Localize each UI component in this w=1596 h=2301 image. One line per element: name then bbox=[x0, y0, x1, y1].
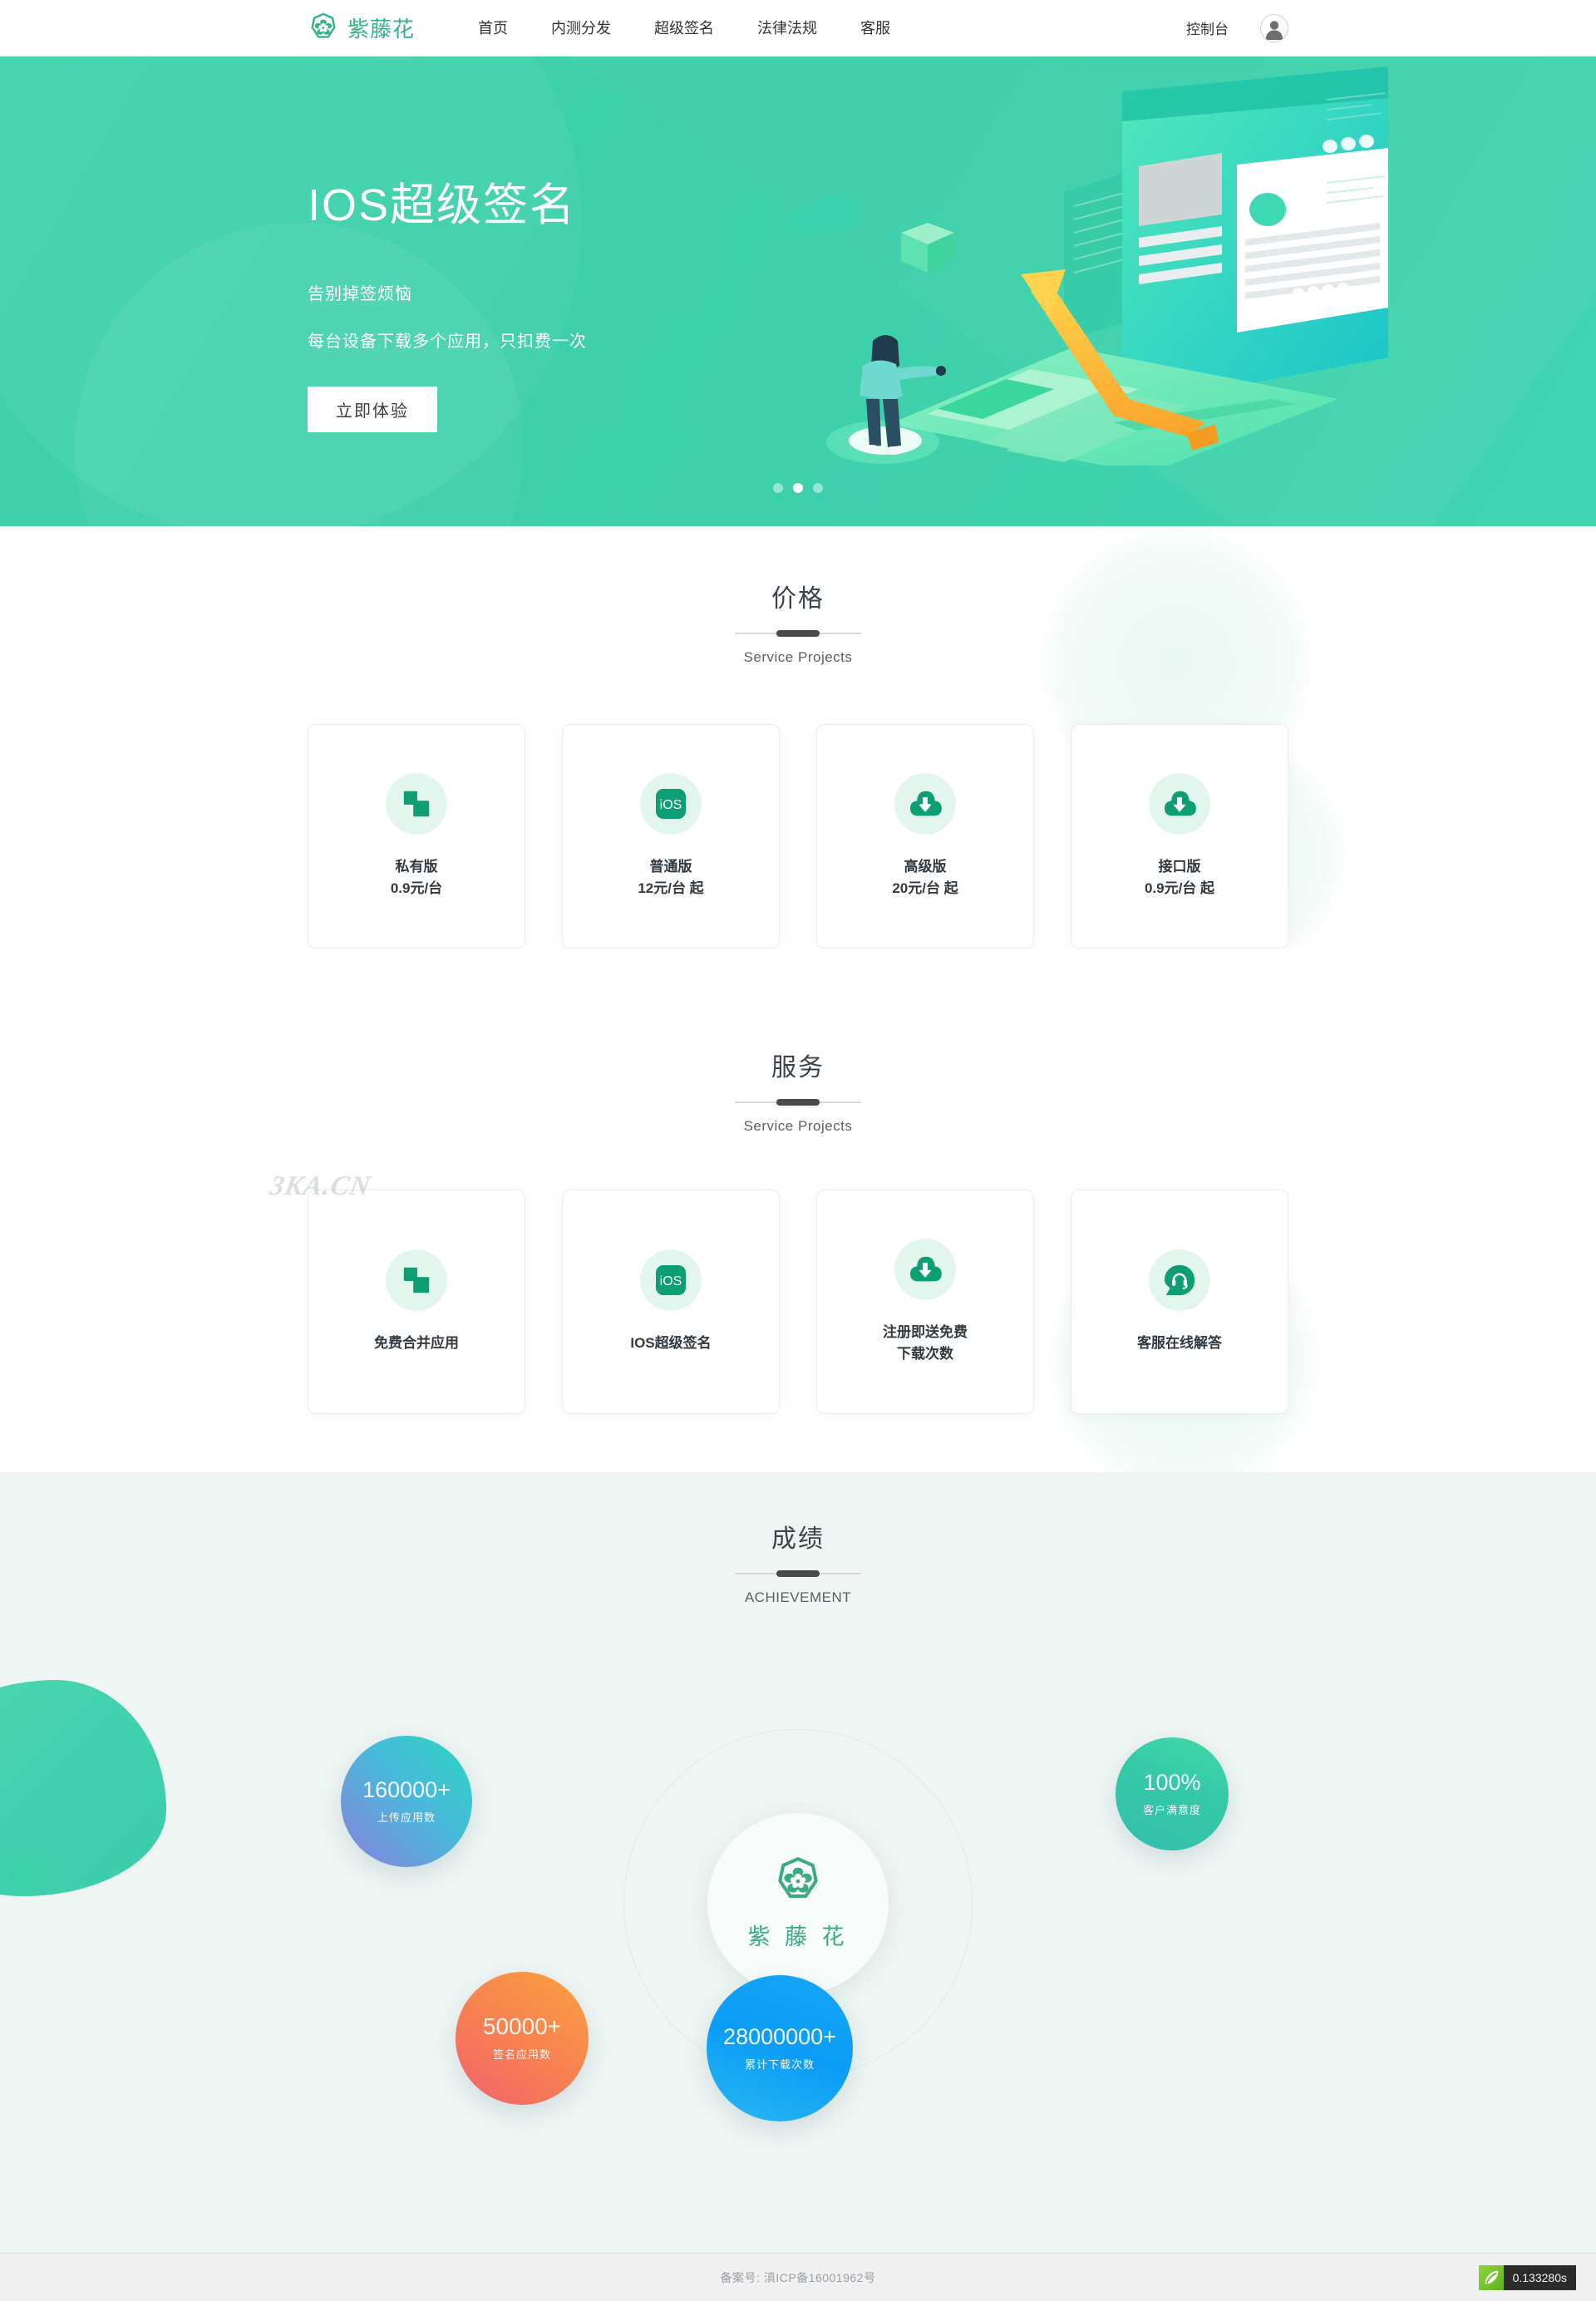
cloud-download-icon bbox=[894, 1238, 956, 1300]
nav-item-support[interactable]: 客服 bbox=[839, 0, 912, 57]
achievement-bubble-value: 160000+ bbox=[362, 1776, 451, 1802]
achievement-stage: 紫 藤 花 160000+ 上传应用数 100% 客户满意度 50000+ 签名… bbox=[308, 1646, 1288, 2161]
services-title-cn: 服务 bbox=[771, 1054, 825, 1082]
services-title-en: Service Projects bbox=[743, 1118, 853, 1134]
wisteria-flower-logo-icon bbox=[308, 12, 339, 44]
pricing-card-standard[interactable]: iOS 普通版 12元/台 起 bbox=[562, 724, 780, 948]
achievement-heading: 成绩 ACHIEVEMENT bbox=[0, 1518, 1596, 1606]
wisteria-flower-logo-icon bbox=[772, 1856, 824, 1912]
achievement-bubble-label: 签名应用数 bbox=[492, 2048, 551, 2061]
service-card-title-line2: 下载次数 bbox=[897, 1346, 953, 1362]
service-card-merge-apps[interactable]: 免费合并应用 bbox=[308, 1190, 525, 1414]
ios-app-icon: iOS bbox=[640, 772, 702, 835]
hero-carousel: IOS超级签名 告别掉签烦恼 每台设备下载多个应用，只扣费一次 立即体验 bbox=[0, 57, 1596, 526]
pricing-card-premium[interactable]: 高级版 20元/台 起 bbox=[816, 724, 1034, 948]
pricing-section: 价格 Service Projects 私有版 0.9元/台 iOS 普通版 1… bbox=[0, 526, 1596, 948]
achievement-bubble-value: 28000000+ bbox=[723, 2023, 836, 2049]
achievement-bubble-value: 50000+ bbox=[482, 2013, 562, 2039]
pricing-card-price: 12元/台 起 bbox=[638, 880, 704, 896]
achievement-divider bbox=[735, 1573, 861, 1574]
achievement-bubble-uploads: 160000+ 上传应用数 bbox=[341, 1736, 472, 1867]
stacked-squares-icon bbox=[386, 772, 447, 835]
hero-inner: IOS超级签名 告别掉签烦恼 每台设备下载多个应用，只扣费一次 立即体验 bbox=[308, 57, 1388, 526]
achievement-center-badge: 紫 藤 花 bbox=[707, 1813, 889, 1994]
service-card-title: 注册即送免费 bbox=[883, 1323, 968, 1340]
brand-name: 紫藤花 bbox=[347, 17, 416, 42]
svg-text:iOS: iOS bbox=[660, 798, 682, 812]
services-section: 服务 Service Projects 3KA.CN 免费合并应用 iOS IO… bbox=[0, 948, 1596, 1472]
console-link[interactable]: 控制台 bbox=[1186, 17, 1229, 38]
service-card-title: 客服在线解答 bbox=[1137, 1334, 1222, 1351]
pricing-divider bbox=[735, 633, 861, 634]
achievement-bubble-label: 客户满意度 bbox=[1142, 1803, 1201, 1816]
isometric-mobile-desktop-growth-illustration bbox=[756, 67, 1388, 474]
service-card-ios-signature[interactable]: iOS IOS超级签名 bbox=[562, 1190, 780, 1414]
nav-item-beta-distribution[interactable]: 内测分发 bbox=[530, 0, 633, 57]
carousel-dot-3[interactable] bbox=[813, 483, 823, 493]
achievement-section: 成绩 ACHIEVEMENT 紫 藤 花 160000+ 上传应用数 100% … bbox=[0, 1472, 1596, 2253]
page-load-time: 0.133280s bbox=[1503, 2264, 1576, 2290]
hero-subtitle-2: 每台设备下载多个应用，只扣费一次 bbox=[308, 333, 587, 352]
pricing-card-title: 私有版 bbox=[395, 858, 438, 875]
achievement-bubble-downloads: 28000000+ 累计下载次数 bbox=[707, 1975, 853, 2121]
services-heading: 服务 Service Projects bbox=[0, 1047, 1596, 1135]
headset-support-icon bbox=[1149, 1249, 1210, 1311]
nav-item-legal[interactable]: 法律法规 bbox=[736, 0, 839, 57]
pricing-card-title: 普通版 bbox=[649, 858, 692, 875]
services-divider bbox=[735, 1101, 861, 1103]
pricing-title-en: Service Projects bbox=[743, 649, 853, 665]
pricing-card-price: 0.9元/台 起 bbox=[1144, 880, 1215, 896]
carousel-dot-1[interactable] bbox=[773, 483, 783, 493]
achievement-decoration-dot bbox=[10, 1855, 47, 1891]
pricing-heading: 价格 Service Projects bbox=[0, 578, 1596, 666]
pricing-cards: 私有版 0.9元/台 iOS 普通版 12元/台 起 高级版 20元/台 起 接… bbox=[308, 666, 1288, 948]
main-nav: 首页 内测分发 超级签名 法律法规 客服 bbox=[456, 0, 912, 57]
achievement-title-en: ACHIEVEMENT bbox=[744, 1589, 852, 1605]
achievement-bubble-satisfaction: 100% 客户满意度 bbox=[1116, 1737, 1229, 1850]
hero-cta-button[interactable]: 立即体验 bbox=[308, 387, 437, 433]
achievement-bubble-value: 100% bbox=[1143, 1769, 1201, 1795]
cloud-download-icon bbox=[894, 772, 956, 835]
nav-item-home[interactable]: 首页 bbox=[456, 0, 530, 57]
hero-subtitle-1: 告别掉签烦恼 bbox=[308, 285, 412, 304]
pricing-card-title: 接口版 bbox=[1158, 858, 1201, 875]
pricing-card-api[interactable]: 接口版 0.9元/台 起 bbox=[1071, 724, 1288, 948]
service-card-title: IOS超级签名 bbox=[630, 1334, 712, 1351]
achievement-bubble-label: 累计下载次数 bbox=[744, 2057, 815, 2071]
pricing-card-price: 20元/台 起 bbox=[892, 880, 958, 896]
nav-item-super-signature[interactable]: 超级签名 bbox=[633, 0, 736, 57]
hero-title: IOS超级签名 bbox=[308, 180, 577, 230]
header-inner: 紫藤花 首页 内测分发 超级签名 法律法规 客服 控制台 bbox=[0, 0, 1596, 57]
site-header: 紫藤花 首页 内测分发 超级签名 法律法规 客服 控制台 bbox=[0, 0, 1596, 57]
cloud-download-icon bbox=[1149, 772, 1210, 835]
thinkphp-leaf-icon bbox=[1478, 2264, 1504, 2290]
achievement-bubble-label: 上传应用数 bbox=[377, 1811, 436, 1824]
carousel-dots bbox=[773, 483, 823, 493]
pricing-card-price: 0.9元/台 bbox=[390, 880, 443, 896]
carousel-dot-2[interactable] bbox=[793, 483, 803, 493]
site-footer: 备案号: 滇ICP备16001962号 0.133280s bbox=[0, 2253, 1596, 2301]
pricing-card-private[interactable]: 私有版 0.9元/台 bbox=[308, 724, 525, 948]
stacked-squares-icon bbox=[386, 1249, 447, 1311]
service-card-online-support[interactable]: 客服在线解答 bbox=[1071, 1190, 1288, 1414]
achievement-center-label: 紫 藤 花 bbox=[747, 1924, 849, 1949]
pricing-title-cn: 价格 bbox=[771, 585, 825, 613]
achievement-title-cn: 成绩 bbox=[771, 1525, 825, 1553]
hero-copy: IOS超级签名 告别掉签烦恼 每台设备下载多个应用，只扣费一次 立即体验 bbox=[308, 180, 587, 433]
header-right: 控制台 bbox=[1186, 13, 1288, 42]
achievement-bubble-signed: 50000+ 签名应用数 bbox=[456, 1972, 589, 2105]
svg-text:iOS: iOS bbox=[660, 1274, 682, 1288]
user-avatar-icon[interactable] bbox=[1260, 13, 1288, 42]
service-card-free-downloads[interactable]: 注册即送免费 下载次数 bbox=[816, 1190, 1034, 1414]
pricing-card-title: 高级版 bbox=[904, 858, 947, 875]
debug-toolbar[interactable]: 0.133280s bbox=[1478, 2264, 1576, 2290]
brand-logo[interactable]: 紫藤花 bbox=[308, 12, 415, 44]
icp-record-text: 备案号: 滇ICP备16001962号 bbox=[720, 2270, 876, 2284]
ios-app-icon: iOS bbox=[640, 1249, 702, 1311]
service-card-title: 免费合并应用 bbox=[374, 1334, 459, 1351]
services-cards: 3KA.CN 免费合并应用 iOS IOS超级签名 注册即送免费 下载次数 客服… bbox=[268, 1135, 1288, 1414]
